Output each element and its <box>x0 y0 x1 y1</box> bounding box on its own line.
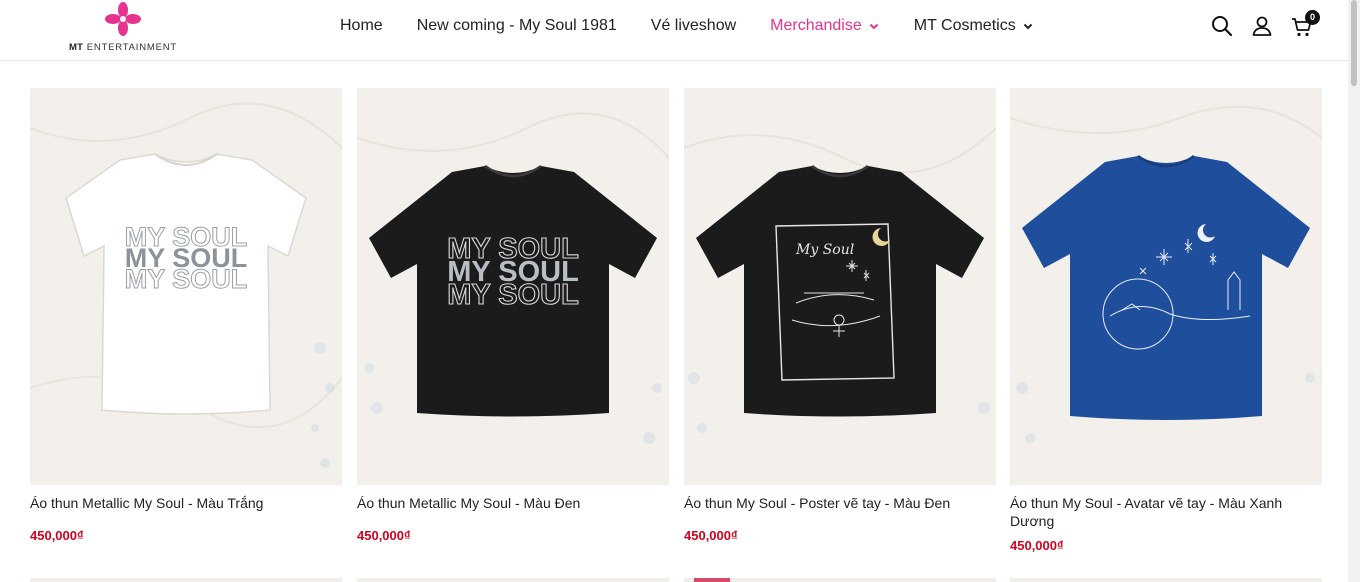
product-card: MY SOUL MY SOUL MY SOUL Áo thun Metallic… <box>30 88 342 543</box>
user-icon[interactable] <box>1250 14 1274 38</box>
main-nav: Home New coming - My Soul 1981 Vé livesh… <box>340 14 1034 38</box>
product-name[interactable]: Áo thun Metallic My Soul - Màu Đen <box>357 494 669 512</box>
product-price: 450,000₫ <box>357 528 411 543</box>
product-photo-black-poster-tshirt: My Soul <box>684 88 996 485</box>
product-image[interactable]: MY SOUL MY SOUL MY SOUL <box>30 88 342 485</box>
next-row-card <box>684 578 996 582</box>
product-name[interactable]: Áo thun My Soul - Poster vẽ tay - Màu Đe… <box>684 494 996 512</box>
product-photo-black-tshirt: MY SOUL MY SOUL MY SOUL <box>357 88 669 485</box>
site-header: MT ENTERTAINMENT Home New coming - My So… <box>0 0 1348 61</box>
nav-item-cosmetics[interactable]: MT Cosmetics <box>914 17 1034 35</box>
product-card: MY SOUL MY SOUL MY SOUL Áo thun Metallic… <box>357 88 669 543</box>
product-name[interactable]: Áo thun Metallic My Soul - Màu Trắng <box>30 494 342 512</box>
nav-item-new-coming[interactable]: New coming - My Soul 1981 <box>417 17 617 35</box>
flower-logo-icon <box>105 2 141 36</box>
cart-count-badge: 0 <box>1305 10 1320 25</box>
svg-text:MY SOUL: MY SOUL <box>125 243 248 273</box>
product-image[interactable]: My Soul <box>684 88 996 485</box>
product-price: 450,000₫ <box>30 528 84 543</box>
chevron-down-icon <box>1023 23 1032 30</box>
product-card: Áo thun My Soul - Avatar vẽ tay - Màu Xa… <box>1010 88 1322 553</box>
brand-logo[interactable]: MT ENTERTAINMENT <box>64 2 182 54</box>
product-name[interactable]: Áo thun My Soul - Avatar vẽ tay - Màu Xa… <box>1010 494 1322 530</box>
product-card: My Soul Áo thun My Soul - Poster vẽ tay … <box>684 88 996 543</box>
svg-text:MY SOUL: MY SOUL <box>447 256 579 288</box>
page-scrollbar[interactable] <box>1348 0 1360 582</box>
scrollbar-thumb[interactable] <box>1351 0 1357 86</box>
brand-name: MT ENTERTAINMENT <box>68 42 178 53</box>
nav-item-merchandise[interactable]: Merchandise <box>770 17 880 35</box>
product-image[interactable] <box>1010 88 1322 485</box>
next-row-card <box>357 578 669 582</box>
next-row-card <box>30 578 342 582</box>
search-icon[interactable] <box>1210 14 1234 38</box>
product-price: 450,000₫ <box>684 528 738 543</box>
svg-text:My Soul: My Soul <box>795 242 854 258</box>
product-image[interactable]: MY SOUL MY SOUL MY SOUL <box>357 88 669 485</box>
chevron-down-icon <box>869 23 878 30</box>
nav-item-liveshow[interactable]: Vé liveshow <box>651 17 736 35</box>
nav-item-home[interactable]: Home <box>340 17 383 35</box>
product-price: 450,000₫ <box>1010 538 1064 553</box>
next-row-card <box>1010 578 1322 582</box>
product-photo-blue-avatar-tshirt <box>1010 88 1322 485</box>
product-photo-white-tshirt: MY SOUL MY SOUL MY SOUL <box>30 88 342 485</box>
